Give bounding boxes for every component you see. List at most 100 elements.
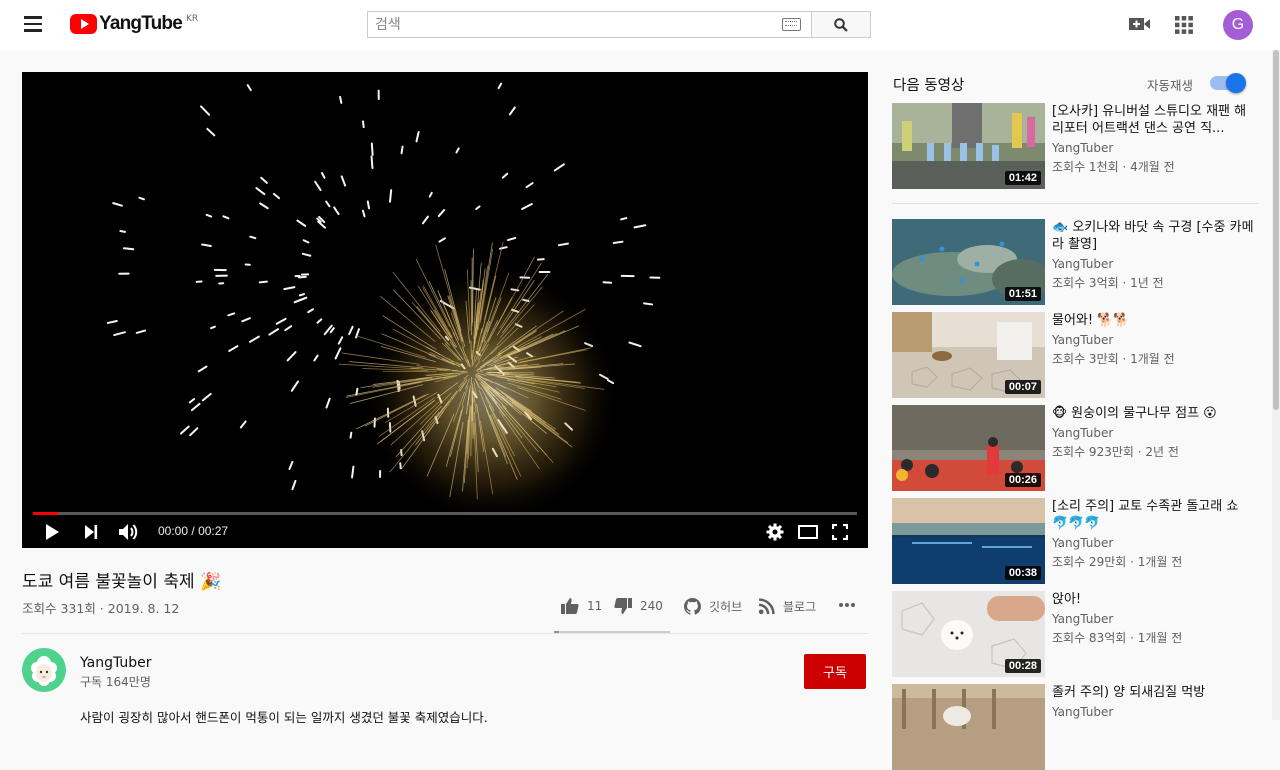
recommended-stats: 조회수 923만회 · 2년 전 xyxy=(1052,443,1179,460)
toggle-knob xyxy=(1226,73,1246,93)
recommended-title[interactable]: 앉아! xyxy=(1052,591,1257,608)
subscribe-button[interactable]: 구독 xyxy=(804,654,866,689)
recommended-title[interactable]: 졸커 주의) 양 되새김질 먹방 xyxy=(1052,684,1257,701)
gear-icon xyxy=(766,523,784,541)
video-thumbnail[interactable] xyxy=(892,684,1045,770)
github-icon xyxy=(684,598,701,615)
progress-bar[interactable] xyxy=(33,512,857,515)
create-video-icon[interactable] xyxy=(1129,16,1151,32)
up-next-divider xyxy=(892,203,1258,204)
fullscreen-icon xyxy=(832,524,848,540)
subscriber-count: 구독 164만명 xyxy=(80,673,151,690)
autoplay-toggle[interactable] xyxy=(1210,76,1244,90)
recommended-video[interactable]: 01:51 🐟 오키나와 바닷 속 구경 [수중 카메라 촬영] YangTub… xyxy=(892,219,1262,305)
total-time: 00:27 xyxy=(198,524,228,538)
recommended-stats: 조회수 3억회 · 1년 전 xyxy=(1052,274,1164,291)
recommended-stats: 조회수 1천회 · 4개월 전 xyxy=(1052,158,1175,175)
info-divider xyxy=(22,633,868,634)
channel-name[interactable]: YangTuber xyxy=(80,655,152,671)
time-separator: / xyxy=(191,524,194,538)
search-icon xyxy=(834,18,848,32)
channel-avatar[interactable] xyxy=(22,648,66,692)
fullscreen-button[interactable] xyxy=(832,521,848,543)
search-input[interactable] xyxy=(368,12,768,37)
top-header: YangTube KR G xyxy=(0,0,1280,50)
page-scrollbar-thumb[interactable] xyxy=(1273,50,1279,410)
more-actions-button[interactable] xyxy=(838,596,864,614)
account-avatar[interactable]: G xyxy=(1223,10,1253,40)
volume-button[interactable] xyxy=(118,521,140,543)
more-horizontal-icon xyxy=(838,596,856,614)
apps-grid-icon[interactable] xyxy=(1175,16,1193,34)
keyboard-icon[interactable] xyxy=(782,18,801,31)
region-label: KR xyxy=(186,14,198,24)
video-duration: 00:26 xyxy=(1005,473,1041,487)
recommended-channel[interactable]: YangTuber xyxy=(1052,426,1113,440)
play-logo-icon xyxy=(70,14,97,34)
video-thumbnail[interactable]: 00:07 xyxy=(892,312,1045,398)
recommended-video[interactable]: 00:07 물어와! 🐕🐕 YangTuber 조회수 3만회 · 1개월 전 xyxy=(892,312,1262,398)
recommended-title[interactable]: 🐵 원숭이의 물구나무 점프 😮 xyxy=(1052,405,1257,422)
recommended-title[interactable]: [오사카] 유니버설 스튜디오 재팬 해리포터 어트랙션 댄스 공연 직... xyxy=(1052,103,1257,137)
recommended-video[interactable]: 01:42 [오사카] 유니버설 스튜디오 재팬 해리포터 어트랙션 댄스 공연… xyxy=(892,103,1262,189)
video-description: 사람이 굉장히 많아서 핸드폰이 먹통이 되는 일까지 생겼던 불꽃 축제였습니… xyxy=(80,707,488,726)
video-player[interactable]: 00:00 / 00:27 xyxy=(22,72,868,548)
video-thumbnail[interactable]: 01:51 xyxy=(892,219,1045,305)
video-thumbnail[interactable]: 00:26 xyxy=(892,405,1045,491)
recommended-video[interactable]: 00:38 [소리 주의] 교토 수족관 돌고래 쇼 🐬🐬🐬 YangTuber… xyxy=(892,498,1262,584)
recommended-title[interactable]: 물어와! 🐕🐕 xyxy=(1052,312,1257,329)
video-duration: 00:07 xyxy=(1005,380,1041,394)
thumbs-down-icon xyxy=(614,598,632,614)
recommended-stats: 조회수 29만회 · 1개월 전 xyxy=(1052,553,1182,570)
logo-text: YangTube xyxy=(99,13,182,35)
theater-mode-icon xyxy=(798,525,818,539)
recommended-channel[interactable]: YangTuber xyxy=(1052,705,1113,719)
next-button[interactable] xyxy=(84,521,98,543)
like-button[interactable]: 11 xyxy=(561,598,602,614)
recommended-channel[interactable]: YangTuber xyxy=(1052,333,1113,347)
recommended-video[interactable]: 00:28 앉아! YangTuber 조회수 83억회 · 1개월 전 xyxy=(892,591,1262,677)
github-label: 깃허브 xyxy=(709,598,742,615)
recommended-stats: 조회수 83억회 · 1개월 전 xyxy=(1052,629,1182,646)
recommended-title[interactable]: [소리 주의] 교토 수족관 돌고래 쇼 🐬🐬🐬 xyxy=(1052,498,1257,532)
dislike-count: 240 xyxy=(640,599,663,613)
search-button[interactable] xyxy=(812,11,871,38)
video-duration: 01:42 xyxy=(1005,171,1041,185)
blog-link[interactable]: 블로그 xyxy=(758,598,816,615)
play-button[interactable] xyxy=(44,521,60,543)
video-duration: 01:51 xyxy=(1005,287,1041,301)
time-display: 00:00 / 00:27 xyxy=(158,524,228,538)
menu-icon[interactable] xyxy=(24,16,42,32)
recommended-channel[interactable]: YangTuber xyxy=(1052,257,1113,271)
video-thumbnail[interactable]: 00:28 xyxy=(892,591,1045,677)
video-duration: 00:38 xyxy=(1005,566,1041,580)
autoplay-label: 자동재생 xyxy=(1147,75,1193,94)
theater-mode-button[interactable] xyxy=(798,521,818,543)
blog-label: 블로그 xyxy=(783,598,816,615)
video-thumbnail[interactable]: 00:38 xyxy=(892,498,1045,584)
recommended-channel[interactable]: YangTuber xyxy=(1052,612,1113,626)
search-box xyxy=(367,11,812,38)
blog-feed-icon xyxy=(758,598,775,615)
dislike-button[interactable]: 240 xyxy=(614,598,663,614)
video-duration: 00:28 xyxy=(1005,659,1041,673)
volume-icon xyxy=(118,523,140,541)
github-link[interactable]: 깃허브 xyxy=(684,598,742,615)
recommended-channel[interactable]: YangTuber xyxy=(1052,141,1113,155)
yangtube-logo[interactable]: YangTube KR xyxy=(70,13,198,35)
thumbs-up-icon xyxy=(561,598,579,614)
like-count: 11 xyxy=(587,599,602,613)
recommended-video[interactable]: 졸커 주의) 양 되새김질 먹방 YangTuber xyxy=(892,684,1262,770)
video-thumbnail[interactable]: 01:42 xyxy=(892,103,1045,189)
recommended-title[interactable]: 🐟 오키나와 바닷 속 구경 [수중 카메라 촬영] xyxy=(1052,219,1257,253)
recommended-video[interactable]: 00:26 🐵 원숭이의 물구나무 점프 😮 YangTuber 조회수 923… xyxy=(892,405,1262,491)
recommended-channel[interactable]: YangTuber xyxy=(1052,536,1113,550)
current-time: 00:00 xyxy=(158,524,188,538)
video-frame-fireworks xyxy=(22,72,868,548)
up-next-heading: 다음 동영상 xyxy=(893,74,964,95)
settings-button[interactable] xyxy=(766,521,784,543)
play-icon xyxy=(44,523,60,541)
recommended-stats: 조회수 3만회 · 1개월 전 xyxy=(1052,350,1175,367)
sheep-avatar-icon xyxy=(22,648,66,692)
video-meta: 조회수 331회 · 2019. 8. 12 xyxy=(22,598,179,617)
